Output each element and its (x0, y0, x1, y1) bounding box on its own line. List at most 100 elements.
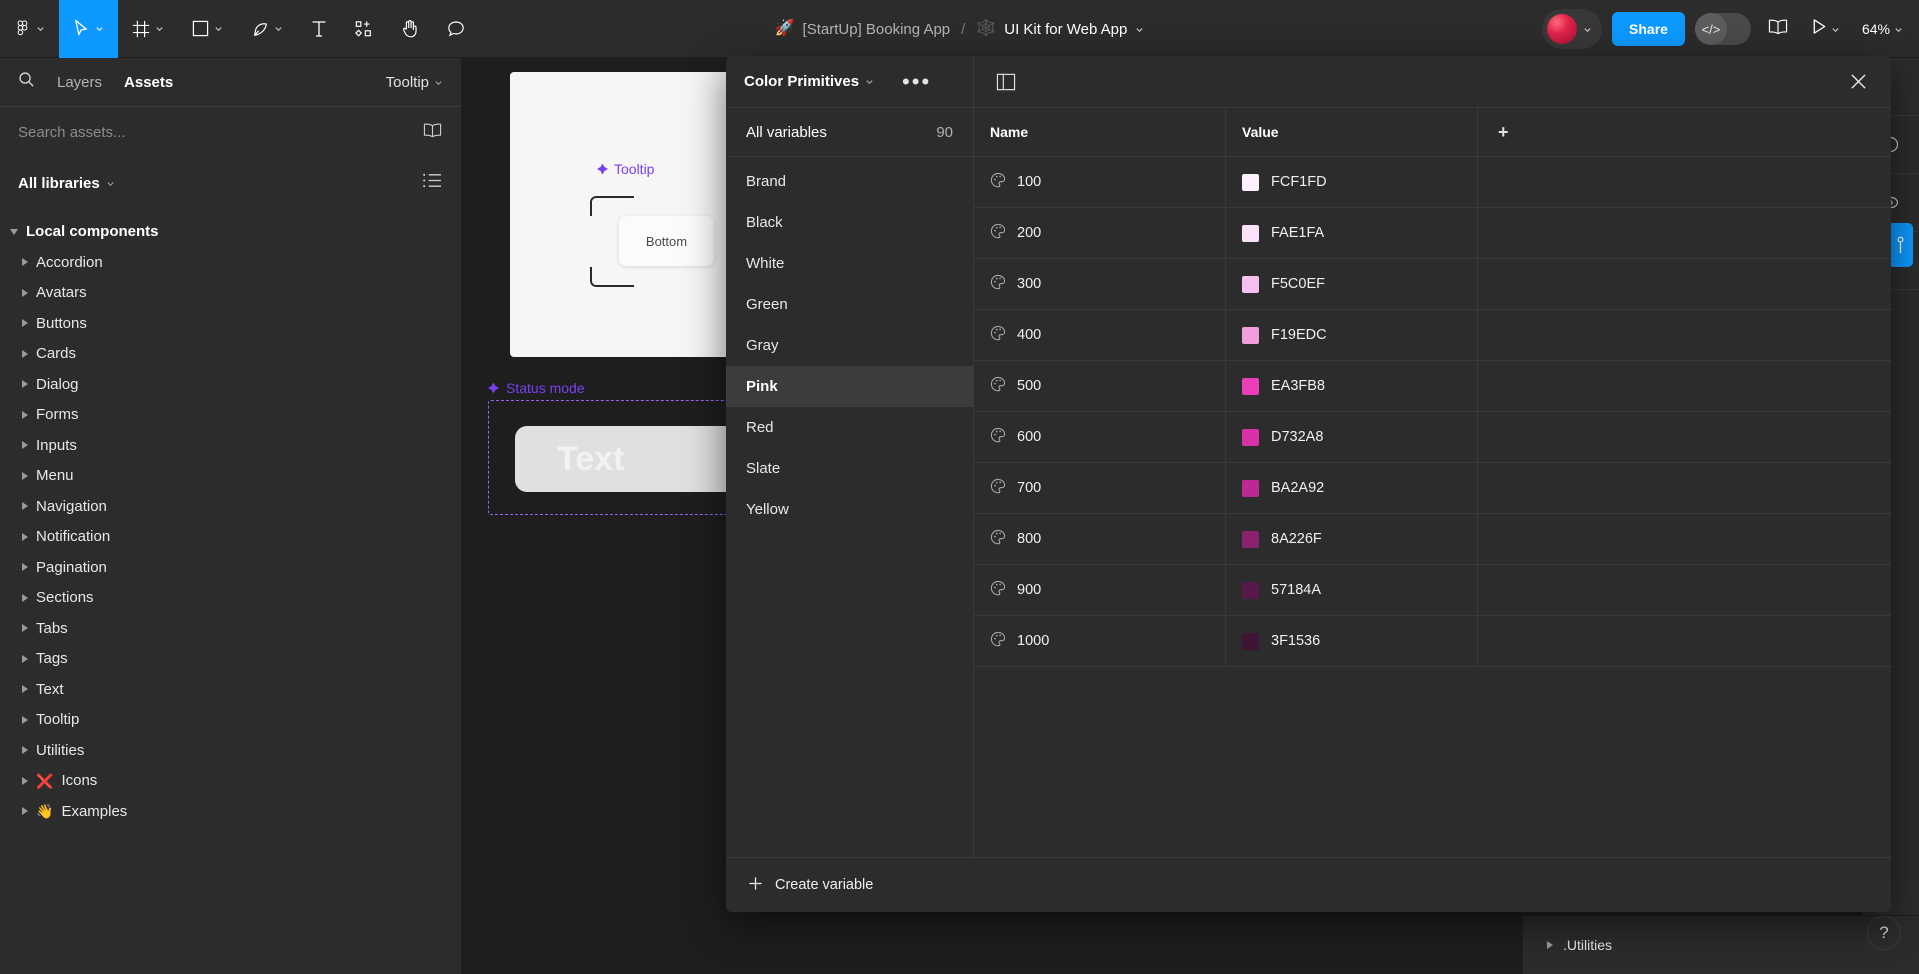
color-swatch[interactable] (1242, 173, 1259, 191)
table-row[interactable]: 600 D732A8 (974, 412, 1891, 463)
variable-group-pink[interactable]: Pink (726, 366, 973, 407)
bottom-panel-label[interactable]: .Utilities (1563, 937, 1612, 953)
table-row[interactable]: 100 FCF1FD (974, 157, 1891, 208)
cell-variable-name[interactable]: 800 (974, 514, 1226, 564)
search-input[interactable] (18, 124, 412, 141)
cell-variable-name[interactable]: 200 (974, 208, 1226, 258)
variable-group-gray[interactable]: Gray (726, 325, 973, 366)
sidebar-item-text[interactable]: Text (0, 674, 461, 705)
color-swatch[interactable] (1242, 275, 1259, 293)
cell-variable-name[interactable]: 600 (974, 412, 1226, 462)
cell-variable-name[interactable]: 400 (974, 310, 1226, 360)
sidebar-item-tags[interactable]: Tags (0, 644, 461, 675)
sidebar-item-tooltip[interactable]: Tooltip (0, 705, 461, 736)
color-swatch[interactable] (1242, 224, 1259, 242)
add-mode-button[interactable]: + (1478, 108, 1891, 157)
variable-group-white[interactable]: White (726, 243, 973, 284)
figma-menu-button[interactable] (0, 0, 59, 58)
cell-variable-name[interactable]: 300 (974, 259, 1226, 309)
cell-variable-value[interactable]: F5C0EF (1226, 259, 1478, 309)
sidebar-item-sections[interactable]: Sections (0, 583, 461, 614)
sidebar-item-notification[interactable]: Notification (0, 522, 461, 553)
cell-variable-value[interactable]: D732A8 (1226, 412, 1478, 462)
more-options-icon[interactable]: ••• (902, 70, 931, 92)
zoom-menu[interactable]: 64% (1856, 15, 1909, 43)
table-row[interactable]: 500 EA3FB8 (974, 361, 1891, 412)
table-row[interactable]: 900 57184A (974, 565, 1891, 616)
sidebar-item-cards[interactable]: Cards (0, 339, 461, 370)
close-modal-button[interactable] (1826, 73, 1891, 90)
library-selector[interactable]: All libraries (18, 175, 115, 192)
table-row[interactable]: 200 FAE1FA (974, 208, 1891, 259)
present-button[interactable] (1805, 12, 1846, 46)
table-row[interactable]: 1000 3F1536 (974, 616, 1891, 667)
dev-mode-toggle[interactable]: </> (1694, 13, 1751, 45)
list-view-icon[interactable] (422, 172, 443, 194)
share-button[interactable]: Share (1612, 12, 1685, 46)
sidebar-tooltip-selector[interactable]: Tooltip (386, 74, 443, 91)
frame-tool-button[interactable] (118, 0, 178, 58)
actions-tool-button[interactable] (341, 0, 387, 58)
breadcrumb-file[interactable]: UI Kit for Web App (1004, 21, 1127, 38)
color-swatch[interactable] (1242, 377, 1259, 395)
library-book-button[interactable] (1761, 12, 1795, 47)
sidebar-item-inputs[interactable]: Inputs (0, 430, 461, 461)
sidebar-item-forms[interactable]: Forms (0, 400, 461, 431)
variable-group-slate[interactable]: Slate (726, 448, 973, 489)
table-row[interactable]: 400 F19EDC (974, 310, 1891, 361)
sidebar-item-icons[interactable]: ❌ Icons (0, 766, 461, 797)
cell-variable-name[interactable]: 700 (974, 463, 1226, 513)
breadcrumb-project[interactable]: [StartUp] Booking App (803, 21, 951, 38)
color-swatch[interactable] (1242, 581, 1259, 599)
color-swatch[interactable] (1242, 479, 1259, 497)
table-row[interactable]: 800 8A226F (974, 514, 1891, 565)
color-swatch[interactable] (1242, 530, 1259, 548)
sidebar-item-utilities[interactable]: Utilities (0, 735, 461, 766)
color-swatch[interactable] (1242, 326, 1259, 344)
sidebar-item-dialog[interactable]: Dialog (0, 369, 461, 400)
variable-group-yellow[interactable]: Yellow (726, 489, 973, 530)
sidebar-item-examples[interactable]: 👋 Examples (0, 796, 461, 827)
chevron-right-icon[interactable] (1547, 941, 1553, 949)
user-avatar-menu[interactable] (1542, 9, 1603, 49)
cell-variable-value[interactable]: FCF1FD (1226, 157, 1478, 207)
collection-selector[interactable]: Color Primitives (744, 73, 874, 90)
tab-assets[interactable]: Assets (124, 74, 173, 91)
shape-tool-button[interactable] (178, 0, 237, 58)
sidebar-item-navigation[interactable]: Navigation (0, 491, 461, 522)
table-row[interactable]: 300 F5C0EF (974, 259, 1891, 310)
chevron-down-icon[interactable] (1135, 25, 1144, 34)
sidebar-item-pagination[interactable]: Pagination (0, 552, 461, 583)
hand-tool-button[interactable] (387, 0, 433, 58)
cell-variable-value[interactable]: 57184A (1226, 565, 1478, 615)
variable-group-green[interactable]: Green (726, 284, 973, 325)
cell-variable-name[interactable]: 500 (974, 361, 1226, 411)
all-variables-row[interactable]: All variables 90 (726, 108, 973, 157)
sidebar-item-tabs[interactable]: Tabs (0, 613, 461, 644)
move-tool-button[interactable] (59, 0, 118, 58)
cell-variable-value[interactable]: 8A226F (1226, 514, 1478, 564)
tooltip-component-label[interactable]: Tooltip (597, 161, 654, 177)
color-swatch[interactable] (1242, 428, 1259, 446)
help-button[interactable]: ? (1867, 916, 1901, 950)
variable-group-black[interactable]: Black (726, 202, 973, 243)
comment-tool-button[interactable] (433, 0, 479, 58)
variable-group-red[interactable]: Red (726, 407, 973, 448)
sidebar-item-accordion[interactable]: Accordion (0, 247, 461, 278)
sidebar-item-avatars[interactable]: Avatars (0, 278, 461, 309)
cell-variable-value[interactable]: EA3FB8 (1226, 361, 1478, 411)
cell-variable-name[interactable]: 100 (974, 157, 1226, 207)
search-icon[interactable] (18, 71, 35, 93)
cell-variable-value[interactable]: F19EDC (1226, 310, 1478, 360)
pen-tool-button[interactable] (237, 0, 297, 58)
cell-variable-name[interactable]: 1000 (974, 616, 1226, 666)
color-swatch[interactable] (1242, 632, 1259, 650)
toggle-sidebar-panel-button[interactable] (974, 73, 1038, 91)
tab-layers[interactable]: Layers (57, 74, 102, 91)
cell-variable-value[interactable]: FAE1FA (1226, 208, 1478, 258)
cell-variable-name[interactable]: 900 (974, 565, 1226, 615)
status-mode-component-label[interactable]: Status mode (488, 380, 585, 396)
tooltip-preview-button[interactable]: Bottom (619, 216, 714, 266)
cell-variable-value[interactable]: BA2A92 (1226, 463, 1478, 513)
table-row[interactable]: 700 BA2A92 (974, 463, 1891, 514)
